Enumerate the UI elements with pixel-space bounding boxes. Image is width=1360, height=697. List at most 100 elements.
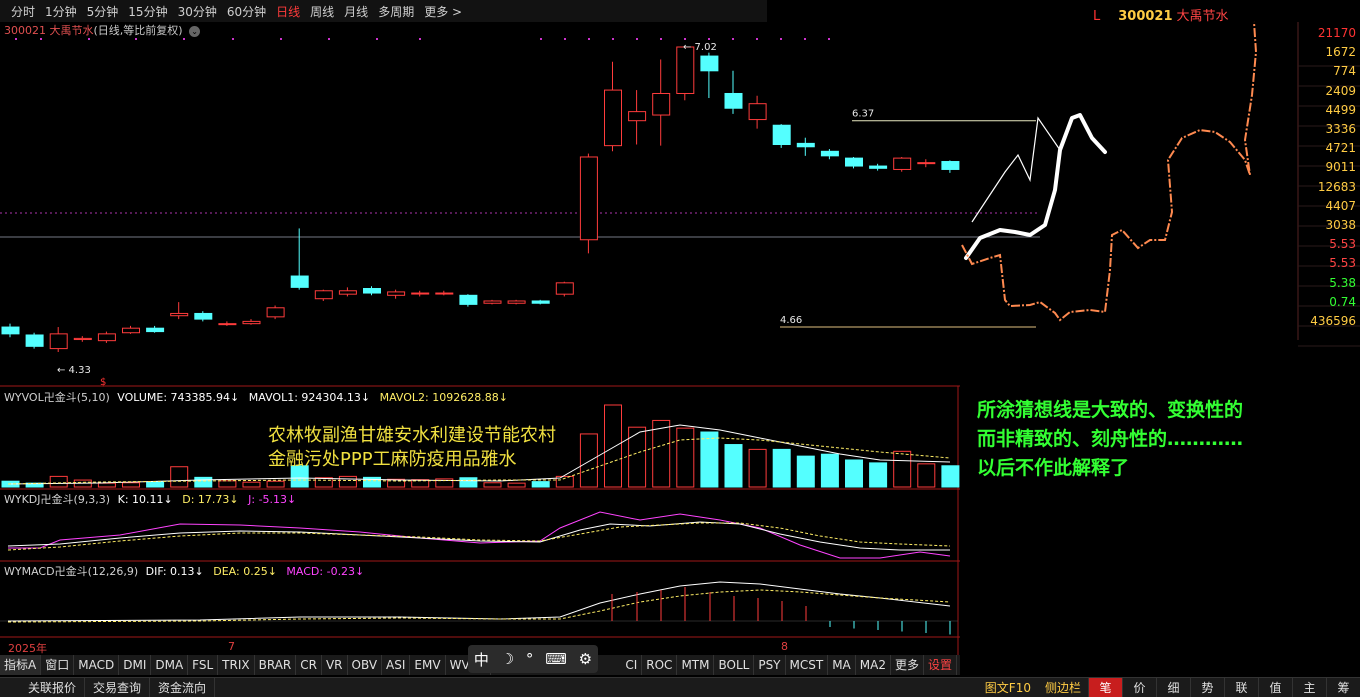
quote-value: 4721 [1325,141,1356,156]
side-panel-button[interactable]: 主 [1292,678,1326,697]
ref-high-label: 6.37 [852,109,874,120]
indicator-tab[interactable]: 窗口 [41,655,75,675]
high-price-label: ← 7.02 [683,42,717,53]
status-right-link[interactable]: 侧边栏 [1038,678,1088,697]
indicator-tab[interactable]: CR [296,655,322,675]
indicator-tab[interactable]: VR [322,655,348,675]
kdj-k-value: K: 10.11↓ [117,493,173,506]
indicator-tab[interactable]: FSL [188,655,219,675]
period-tab[interactable]: 15分钟 [123,3,172,20]
note-line: 而非精致的、刻舟性的………… [977,428,1244,450]
volume-bar [122,482,140,488]
period-tab[interactable]: 5分钟 [82,3,124,20]
quote-value: 3038 [1325,218,1356,232]
ime-toolbar: 中 ☽ ° ⌨ ⚙ [468,645,598,673]
period-tab[interactable]: 分时 [6,3,40,20]
side-panel-button[interactable]: 势 [1190,678,1224,697]
indicator-tab[interactable]: TRIX [218,655,255,675]
volume-bar [49,475,68,488]
right-stock-name: 大禹节水 [1176,9,1229,24]
candle-body [435,292,454,295]
indicator-tab[interactable]: CI [621,655,643,675]
indicator-tab[interactable]: DMI [119,655,152,675]
quote-value: 4499 [1325,102,1356,117]
side-panel-button[interactable]: 细 [1156,678,1190,697]
side-panel-button[interactable]: 联 [1224,678,1258,697]
indicator-tab[interactable]: DMA [151,655,189,675]
indicator-tab[interactable]: MACD [74,655,120,675]
volume-bar [97,482,116,488]
status-link[interactable]: 资金流向 [150,677,216,697]
date-axis-label: 8 [781,640,788,653]
indicator-tab[interactable]: 更多 [891,655,924,675]
period-tab[interactable]: 多周期 [373,3,419,20]
candle-body [724,92,743,109]
side-panel-button[interactable]: 筹 [1326,678,1360,697]
right-stock-code: 300021 [1118,9,1173,24]
signal-marker: $ [100,377,106,388]
stock-code-name: 300021 大禹节水 [4,24,94,37]
period-tab[interactable]: 月线 [339,3,373,20]
quote-value: 1672 [1325,45,1356,60]
candle-body [314,290,333,300]
event-marker [588,38,590,40]
side-panel-button[interactable]: 值 [1258,678,1292,697]
indicator-tab[interactable]: ROC [642,655,678,675]
period-tab[interactable]: 日线 [271,3,305,20]
kdj-j-value: J: -5.13↓ [248,493,297,506]
ime-button[interactable]: ⌨ [545,650,567,668]
event-marker [756,38,758,40]
period-tab[interactable]: 1分钟 [40,3,82,20]
indicator-tab[interactable]: MCST [786,655,829,675]
period-tab[interactable]: 60分钟 [222,3,271,20]
status-link[interactable]: 交易查询 [85,677,151,697]
period-tab[interactable]: 周线 [305,3,339,20]
candle-body [387,291,406,296]
ime-button[interactable]: ☽ [501,650,514,668]
vol-mavol2-value: MAVOL2: 1092628.88↓ [379,391,508,404]
macd-dif-line [7,581,951,622]
chevron-down-icon[interactable]: ⌄ [189,26,201,37]
indicator-tab[interactable]: PSY [754,655,786,675]
note-line: 所涂猜想线是大致的、变换性的 [977,399,1244,421]
ref-low-label: 4.66 [780,315,802,326]
quote-value: 5.38 [1329,275,1356,290]
event-marker [780,38,782,40]
candle-body [893,157,912,170]
indicator-tab[interactable]: BOLL [714,655,755,675]
indicator-tab[interactable]: MA [828,655,856,675]
period-tab[interactable]: 更多 > [419,3,467,20]
status-link[interactable]: 关联报价 [20,677,86,697]
indicator-tab[interactable]: MTM [677,655,715,675]
ime-button[interactable]: ⚙ [579,650,592,668]
macd-dea-line [7,589,951,623]
indicator-tab[interactable]: 设置 [924,655,957,675]
volume-bar [459,477,478,488]
event-marker [636,38,638,40]
chart-canvas: 6.37 4.66 ← 7.02 ← 4.33 $ [0,21,1360,655]
volume-bar [917,463,936,488]
indicator-tab[interactable]: OBV [348,655,383,675]
quote-value: 436596 [1310,314,1356,328]
period-tab[interactable]: 30分钟 [173,3,222,20]
indicator-tab[interactable]: BRAR [255,655,297,675]
side-panel-button[interactable]: 笔 [1088,678,1122,697]
candle-body [700,55,719,72]
volume-indicator-label: WYVOL卍金斗(5,10) VOLUME: 743385.94↓ MAVOL1… [4,389,508,405]
ime-button[interactable]: ° [526,650,534,668]
indicator-tab[interactable]: ASI [382,655,411,675]
volume-bar [507,482,526,488]
candle-body [483,300,502,304]
indicator-tab[interactable]: 指标A [0,655,42,675]
ime-button[interactable]: 中 [474,649,489,670]
event-marker [564,38,566,40]
candle-body [652,92,671,116]
indicator-tab[interactable]: EMV [410,655,446,675]
side-panel-button[interactable]: 价 [1122,678,1156,697]
status-right-group: 图文F10 侧边栏笔价细势联值主筹 [978,678,1360,697]
quote-value: 21170 [1317,26,1356,40]
candle-body [845,157,863,167]
indicator-tab[interactable]: MA2 [856,655,891,675]
status-right-link[interactable]: 图文F10 [978,678,1038,697]
trading-window: 6.37 4.66 ← 7.02 ← 4.33 $ 分时 1分钟 5分钟 15分钟 30分钟 60… [0,0,1360,697]
